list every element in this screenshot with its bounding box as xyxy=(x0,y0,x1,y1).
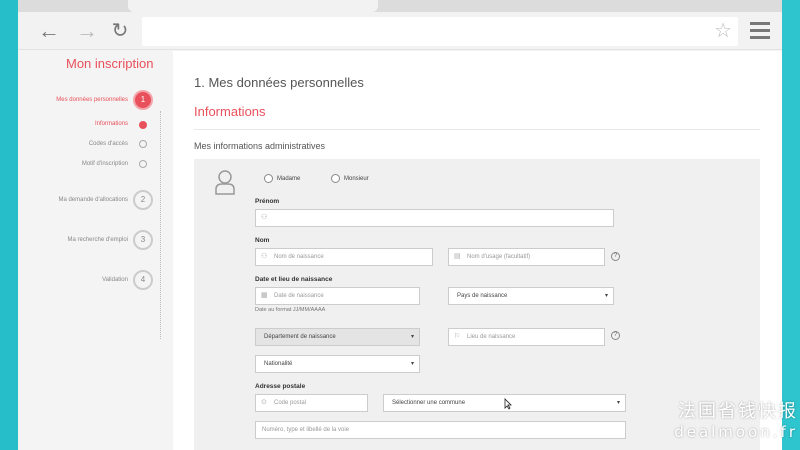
user-icon xyxy=(215,170,235,195)
reload-icon[interactable]: ↻ xyxy=(107,18,133,44)
step-2-circle[interactable]: 2 xyxy=(133,190,153,210)
voie-input[interactable]: Numéro, type et libellé de la voie xyxy=(255,421,626,439)
id-card-icon: ▤ xyxy=(454,253,461,260)
browser-tab[interactable] xyxy=(128,0,378,12)
sidebar-title: Mon inscription xyxy=(66,56,154,71)
watermark: 法国省钱快报 dealmoon.fr xyxy=(674,397,798,441)
madame-radio[interactable] xyxy=(264,174,273,183)
main-content: 1. Mes données personnelles Informations… xyxy=(173,51,782,450)
user-field-icon: ⚇ xyxy=(261,214,268,221)
lieu-placeholder: Lieu de naissance xyxy=(467,334,516,340)
subsection-title: Informations xyxy=(194,104,266,119)
code-postal-input[interactable]: ⊙ Code postal xyxy=(255,394,368,412)
nom-usage-input[interactable]: ▤ Nom d'usage (facultatif) xyxy=(448,248,605,266)
step-2-label[interactable]: Ma demande d'allocations xyxy=(58,197,128,203)
lieu-naissance-input[interactable]: ⚐ Lieu de naissance xyxy=(448,328,605,346)
browser-window: ← → ↻ ☆ Mon inscription Mes données pers… xyxy=(18,0,782,450)
progress-line xyxy=(160,111,161,339)
monsieur-radio[interactable] xyxy=(331,174,340,183)
nom-naissance-input[interactable]: ⚇ Nom de naissance xyxy=(255,248,433,266)
star-icon[interactable]: ☆ xyxy=(714,20,732,42)
browser-toolbar: ← → ↻ ☆ xyxy=(18,12,782,50)
nationalite-select-value: Nationalité xyxy=(264,361,293,367)
pays-select-value: Pays de naissance xyxy=(457,293,508,299)
nom-label: Nom xyxy=(255,237,270,244)
step-4-label[interactable]: Validation xyxy=(102,277,128,283)
departement-select-value: Département de naissance xyxy=(264,334,336,340)
chevron-down-icon: ▾ xyxy=(604,293,608,299)
watermark-line-2: dealmoon.fr xyxy=(674,423,798,441)
mouse-cursor-icon xyxy=(504,398,512,410)
commune-select-value: Sélectionner une commune xyxy=(392,400,466,406)
address-bar[interactable]: ☆ xyxy=(142,17,738,46)
nom-naissance-placeholder: Nom de naissance xyxy=(274,254,324,260)
monsieur-label: Monsieur xyxy=(344,176,369,182)
tab-bar xyxy=(18,0,782,12)
help-icon[interactable]: ? xyxy=(611,331,620,340)
forward-arrow-icon[interactable]: → xyxy=(74,18,100,44)
help-icon[interactable]: ? xyxy=(611,252,620,261)
nom-usage-placeholder: Nom d'usage (facultatif) xyxy=(467,254,531,260)
departement-select[interactable]: Département de naissance ▾ xyxy=(255,328,420,346)
divider xyxy=(194,129,760,130)
substep-codes-acces-dot xyxy=(139,140,147,148)
section-title: 1. Mes données personnelles xyxy=(194,75,364,90)
nationalite-select[interactable]: Nationalité ▾ xyxy=(255,355,420,373)
chevron-down-icon: ▾ xyxy=(616,400,620,406)
flag-icon: ⚐ xyxy=(454,333,461,340)
prenom-input[interactable]: ⚇ xyxy=(255,209,614,227)
back-arrow-icon[interactable]: ← xyxy=(36,18,62,44)
calendar-icon: ▦ xyxy=(261,292,268,299)
substep-informations-dot xyxy=(139,121,147,129)
step-1-circle[interactable]: 1 xyxy=(133,90,153,110)
date-lieu-label: Date et lieu de naissance xyxy=(255,276,333,283)
chevron-down-icon: ▾ xyxy=(410,361,414,367)
date-placeholder: Date de naissance xyxy=(274,293,324,299)
prenom-label: Prénom xyxy=(255,198,280,205)
user-field-icon: ⚇ xyxy=(261,253,268,260)
step-1-label[interactable]: Mes données personnelles xyxy=(56,97,128,103)
voie-placeholder: Numéro, type et libellé de la voie xyxy=(262,427,350,433)
date-hint: Date au format JJ/MM/AAAA xyxy=(255,307,326,313)
chevron-down-icon: ▾ xyxy=(410,334,414,340)
date-naissance-input[interactable]: ▦ Date de naissance xyxy=(255,287,420,305)
progress-sidebar: Mon inscription Mes données personnelles… xyxy=(18,51,173,450)
substep-informations[interactable]: Informations xyxy=(95,121,128,127)
step-4-circle[interactable]: 4 xyxy=(133,270,153,290)
pays-select[interactable]: Pays de naissance ▾ xyxy=(448,287,614,305)
step-3-circle[interactable]: 3 xyxy=(133,230,153,250)
substep-motif-dot xyxy=(139,160,147,168)
madame-label: Madame xyxy=(277,176,301,182)
hamburger-menu-icon[interactable] xyxy=(750,22,770,40)
location-pin-icon: ⊙ xyxy=(261,399,267,406)
adresse-label: Adresse postale xyxy=(255,383,306,390)
code-postal-placeholder: Code postal xyxy=(274,400,307,406)
watermark-line-1: 法国省钱快报 xyxy=(678,401,798,422)
admin-title: Mes informations administratives xyxy=(194,141,326,151)
substep-motif-inscription[interactable]: Motif d'inscription xyxy=(82,161,128,167)
substep-codes-acces[interactable]: Codes d'accès xyxy=(89,141,128,147)
step-3-label[interactable]: Ma recherche d'emploi xyxy=(67,237,128,243)
